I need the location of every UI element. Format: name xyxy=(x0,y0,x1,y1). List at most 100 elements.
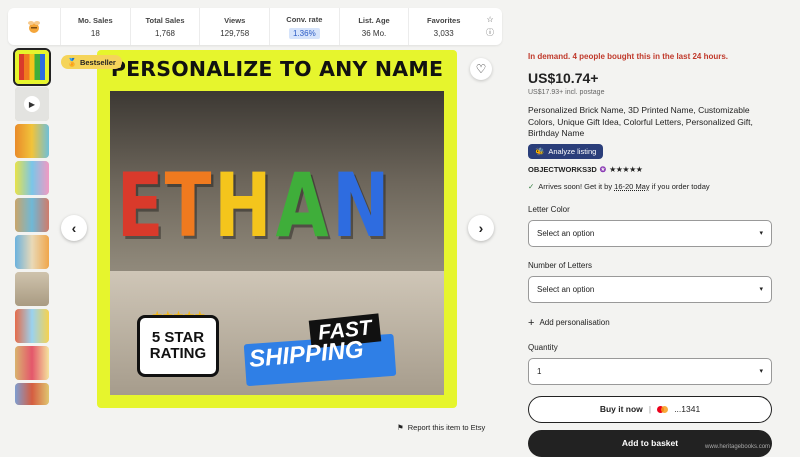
shop-info: OBJECTWORKS3D ✪ ★★★★★ xyxy=(528,165,772,174)
app-logo[interactable] xyxy=(8,8,60,45)
price-with-postage: US$17.93+ incl. postage xyxy=(528,89,605,96)
bee-icon: 🐝 xyxy=(535,146,545,156)
stat-value: 18 xyxy=(90,28,100,38)
five-star-rating-badge: 5 STAR RATING xyxy=(137,315,219,377)
price: US$10.74+ xyxy=(528,70,599,86)
previous-image-button[interactable]: ‹ xyxy=(61,215,87,241)
arrival-date[interactable]: 16-20 May xyxy=(614,182,649,191)
stats-actions: ☆ ⓘ xyxy=(478,8,502,45)
quantity-select[interactable]: 1 ▾ xyxy=(528,357,772,385)
name-letter: E xyxy=(116,154,164,257)
name-letter: T xyxy=(164,154,212,257)
stat-value-highlight: 1.36% xyxy=(289,27,320,39)
arrives-text: Arrives soon! Get it by 16-20 May if you… xyxy=(538,182,709,191)
stat-value: 1,768 xyxy=(154,28,176,38)
stat-label: Favorites xyxy=(427,15,461,25)
chevron-down-icon: ▾ xyxy=(759,286,763,293)
bee-logo-icon xyxy=(28,20,40,33)
shop-rating-stars: ★★★★★ xyxy=(609,164,643,174)
thumbnail-item[interactable] xyxy=(15,272,49,306)
favorite-heart-button[interactable]: ♡ xyxy=(470,58,492,80)
report-label: Report this item to Etsy xyxy=(407,423,486,432)
chevron-left-icon: ‹ xyxy=(71,220,77,236)
listing-panel: In demand. 4 people bought this in the l… xyxy=(528,52,772,457)
stat-value: 36 Mo. xyxy=(361,28,387,38)
demand-notice: In demand. 4 people bought this in the l… xyxy=(528,52,729,61)
analyze-label: Analyze listing xyxy=(548,146,597,156)
arrives-prefix: Arrives soon! Get it by xyxy=(538,181,613,191)
quantity-value: 1 xyxy=(537,366,542,376)
stat-listing-age: List. Age 36 Mo. xyxy=(338,8,409,45)
arrives-suffix: if you order today xyxy=(651,181,710,191)
buy-it-now-button[interactable]: Buy it now | ...1341 xyxy=(528,395,772,423)
rating-badge-line2: RATING xyxy=(149,345,207,362)
stat-label: Total Sales xyxy=(145,15,185,25)
report-link[interactable]: ⚑ Report this item to Etsy xyxy=(397,423,485,432)
letter-color-label: Letter Color xyxy=(528,204,570,214)
number-of-letters-label: Number of Letters xyxy=(528,260,593,270)
name-letter: H xyxy=(214,154,272,257)
divider: | xyxy=(648,404,652,414)
add-personalisation-label: Add personalisation xyxy=(539,318,610,327)
arrival-info: ✓ Arrives soon! Get it by 16-20 May if y… xyxy=(528,182,772,191)
star-outline-icon[interactable]: ☆ xyxy=(486,15,493,24)
chevron-down-icon: ▾ xyxy=(759,368,763,375)
name-letter: N xyxy=(332,154,390,257)
letter-color-select[interactable]: Select an option ▾ xyxy=(528,219,772,247)
stat-mo-sales: Mo. Sales 18 xyxy=(60,8,130,45)
chevron-right-icon: › xyxy=(478,220,484,236)
card-last-digits: ...1341 xyxy=(674,404,701,414)
stat-label: Conv. rate xyxy=(286,14,323,24)
shop-name[interactable]: OBJECTWORKS3D xyxy=(528,165,597,174)
stat-total-sales: Total Sales 1,768 xyxy=(129,8,200,45)
listing-title: Personalized Brick Name, 3D Printed Name… xyxy=(528,105,753,138)
main-product-image[interactable]: PERSONALIZE TO ANY NAME ETHAN ★★★★★ 5 ST… xyxy=(97,50,457,408)
stat-conv-rate: Conv. rate 1.36% xyxy=(269,8,339,45)
star-seller-icon: ✪ xyxy=(599,164,607,174)
stats-bar: Mo. Sales 18 Total Sales 1,768 Views 129,75… xyxy=(8,8,502,45)
name-letters: ETHAN xyxy=(117,162,391,250)
play-icon: ▶ xyxy=(24,96,40,112)
mastercard-icon xyxy=(657,405,669,413)
plus-icon: + xyxy=(528,316,535,329)
rating-badge-line1: 5 STAR xyxy=(151,329,205,347)
stat-favorites: Favorites 3,033 xyxy=(408,8,478,45)
add-to-basket-label: Add to basket xyxy=(621,438,679,448)
letter-color-value: Select an option xyxy=(537,228,595,238)
thumbnail-strip: ▶ xyxy=(13,48,51,408)
info-icon[interactable]: ⓘ xyxy=(486,27,494,38)
thumbnail-item[interactable] xyxy=(13,48,51,86)
add-personalisation-button[interactable]: + Add personalisation xyxy=(528,317,772,329)
buy-now-label: Buy it now xyxy=(599,404,643,414)
flag-icon: ⚑ xyxy=(397,423,404,432)
analyze-listing-button[interactable]: 🐝 Analyze listing xyxy=(528,143,604,159)
thumbnail-item[interactable] xyxy=(15,346,49,380)
stat-label: Mo. Sales xyxy=(78,15,113,25)
thumbnail-item[interactable] xyxy=(15,383,49,405)
quantity-label: Quantity xyxy=(528,342,558,352)
medal-icon: 🏅 xyxy=(67,57,77,67)
thumbnail-item[interactable] xyxy=(15,198,49,232)
stat-value: 3,033 xyxy=(433,28,454,38)
thumbnail-item[interactable] xyxy=(15,161,49,195)
heart-icon: ♡ xyxy=(475,62,487,76)
add-to-basket-button[interactable]: Add to basket xyxy=(528,429,772,457)
name-letter: A xyxy=(275,154,329,257)
chevron-down-icon: ▾ xyxy=(759,230,763,237)
thumbnail-item[interactable] xyxy=(15,124,49,158)
image-headline: PERSONALIZE TO ANY NAME xyxy=(110,57,444,81)
next-image-button[interactable]: › xyxy=(468,215,494,241)
bestseller-badge: 🏅 Bestseller xyxy=(61,55,122,69)
bestseller-label: Bestseller xyxy=(79,57,116,67)
number-of-letters-value: Select an option xyxy=(537,284,595,294)
video-thumbnail[interactable]: ▶ xyxy=(15,87,49,121)
stat-views: Views 129,758 xyxy=(199,8,269,45)
stat-label: Views xyxy=(224,15,246,25)
stat-label: List. Age xyxy=(358,15,390,25)
thumbnail-item[interactable] xyxy=(15,235,49,269)
number-of-letters-select[interactable]: Select an option ▾ xyxy=(528,275,772,303)
check-icon: ✓ xyxy=(528,181,535,191)
thumbnail-item[interactable] xyxy=(15,309,49,343)
watermark: www.heritagebooks.com xyxy=(705,444,771,450)
stat-value: 129,758 xyxy=(220,28,250,38)
